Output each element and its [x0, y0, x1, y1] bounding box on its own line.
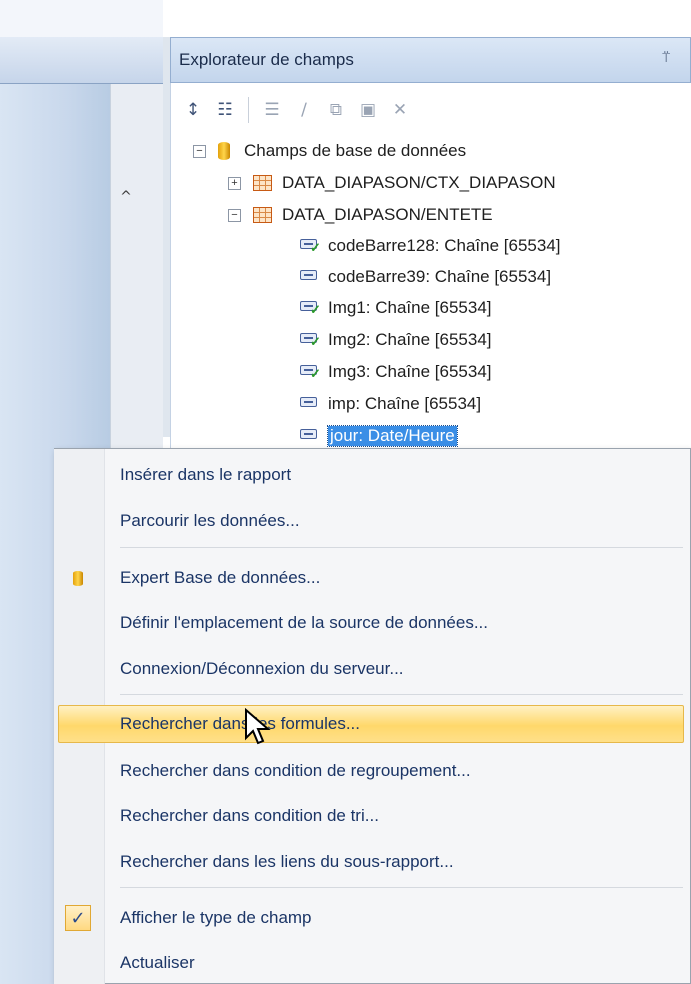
- field-explorer-header: Explorateur de champs ⍡: [170, 37, 691, 83]
- pin-icon[interactable]: ⍡: [662, 51, 670, 66]
- menu-item-database-expert[interactable]: Expert Base de données...: [58, 559, 691, 597]
- menu-item-label: Insérer dans le rapport: [120, 465, 292, 484]
- field-icon: [300, 269, 322, 285]
- tree-node-label: DATA_DIAPASON/ENTETE: [282, 205, 493, 224]
- field-label: codeBarre39: Chaîne [65534]: [328, 267, 552, 286]
- menu-separator: [120, 547, 683, 548]
- field-label: imp: Chaîne [65534]: [328, 394, 482, 413]
- field-icon: [300, 396, 322, 412]
- menu-item-label: Définir l'emplacement de la source de do…: [120, 613, 489, 632]
- menu-item-label: Rechercher dans condition de regroupemen…: [120, 761, 471, 780]
- menu-item-label: Rechercher dans les liens du sous-rappor…: [120, 852, 454, 871]
- field-label: jour: Date/Heure: [327, 425, 458, 447]
- rename-icon[interactable]: ▣: [355, 97, 381, 123]
- field-label: codeBarre128: Chaîne [65534]: [328, 236, 561, 255]
- expand-icon[interactable]: +: [228, 176, 241, 190]
- insert-field-icon[interactable]: ↕: [180, 97, 206, 123]
- menu-item-label: Afficher le type de champ: [120, 908, 312, 927]
- tree-field-item[interactable]: codeBarre39: Chaîne [65534]: [300, 263, 551, 291]
- tree-field-item-selected[interactable]: jour: Date/Heure: [300, 422, 458, 450]
- table-icon: [253, 207, 272, 223]
- collapse-icon[interactable]: −: [193, 144, 206, 158]
- edit-icon[interactable]: ∕: [291, 97, 317, 123]
- tree-node-label: Champs de base de données: [244, 141, 467, 160]
- field-label: Img3: Chaîne [65534]: [328, 362, 492, 381]
- tree-field-item[interactable]: ✓ Img1: Chaîne [65534]: [300, 294, 492, 322]
- menu-item-label: Expert Base de données...: [120, 568, 321, 587]
- field-explorer-title: Explorateur de champs: [179, 50, 354, 69]
- field-icon: ✓: [300, 300, 322, 317]
- table-icon: [253, 175, 272, 191]
- field-icon: ✓: [300, 332, 322, 349]
- collapse-icon[interactable]: −: [228, 208, 241, 222]
- checkmark-icon: ✓: [64, 904, 92, 932]
- menu-item-search-formulas[interactable]: Rechercher dans les formules...: [58, 705, 684, 743]
- tree-field-item[interactable]: imp: Chaîne [65534]: [300, 390, 481, 418]
- field-icon: [300, 428, 322, 444]
- menu-item-label: Connexion/Déconnexion du serveur...: [120, 659, 404, 678]
- toolbar-separator: [248, 97, 249, 123]
- field-icon: ✓: [300, 364, 322, 381]
- database-icon: [64, 564, 92, 592]
- field-label: Img1: Chaîne [65534]: [328, 298, 492, 317]
- scroll-up-arrow-icon[interactable]: ^: [110, 180, 142, 214]
- menu-item-insert-in-report[interactable]: Insérer dans le rapport: [58, 456, 691, 494]
- menu-separator: [120, 694, 683, 695]
- menu-item-search-group-condition[interactable]: Rechercher dans condition de regroupemen…: [58, 752, 691, 790]
- delete-icon[interactable]: ✕: [387, 97, 413, 123]
- menu-item-search-subreport-links[interactable]: Rechercher dans les liens du sous-rappor…: [58, 843, 691, 881]
- menu-item-show-field-type[interactable]: ✓ Afficher le type de champ: [58, 899, 691, 937]
- tree-field-item[interactable]: ✓ Img3: Chaîne [65534]: [300, 358, 492, 386]
- tree-node-database-fields[interactable]: − Champs de base de données: [193, 137, 466, 165]
- pane-splitter[interactable]: [163, 37, 170, 437]
- tree-node-label: DATA_DIAPASON/CTX_DIAPASON: [282, 173, 556, 192]
- tree-node-table[interactable]: + DATA_DIAPASON/CTX_DIAPASON: [228, 169, 556, 197]
- workspace-top-strip: [0, 0, 163, 37]
- menu-item-refresh[interactable]: Actualiser: [58, 944, 691, 982]
- menu-item-label: Parcourir les données...: [120, 511, 300, 530]
- left-pane-header: [0, 37, 164, 84]
- tree-field-item[interactable]: ✓ codeBarre128: Chaîne [65534]: [300, 232, 561, 260]
- browse-data-icon[interactable]: ☷: [212, 97, 238, 123]
- menu-item-server-connection[interactable]: Connexion/Déconnexion du serveur...: [58, 650, 691, 688]
- database-icon: [218, 142, 230, 160]
- menu-item-label: Rechercher dans les formules...: [120, 714, 360, 733]
- field-label: Img2: Chaîne [65534]: [328, 330, 492, 349]
- tree-node-table[interactable]: − DATA_DIAPASON/ENTETE: [228, 201, 493, 229]
- tree-field-item[interactable]: ✓ Img2: Chaîne [65534]: [300, 326, 492, 354]
- menu-item-label: Actualiser: [120, 953, 195, 972]
- menu-separator: [120, 887, 683, 888]
- menu-item-set-datasource-location[interactable]: Définir l'emplacement de la source de do…: [58, 604, 691, 642]
- duplicate-icon[interactable]: ⧉: [323, 97, 349, 123]
- menu-item-label: Rechercher dans condition de tri...: [120, 806, 379, 825]
- hand-pointer-cursor-icon: [245, 708, 271, 745]
- field-icon: ✓: [300, 238, 322, 255]
- new-icon[interactable]: ☰: [259, 97, 285, 123]
- menu-item-search-sort-condition[interactable]: Rechercher dans condition de tri...: [58, 797, 691, 835]
- menu-item-browse-data[interactable]: Parcourir les données...: [58, 502, 691, 540]
- field-explorer-toolbar: ↕ ☷ ☰ ∕ ⧉ ▣ ✕: [180, 92, 413, 128]
